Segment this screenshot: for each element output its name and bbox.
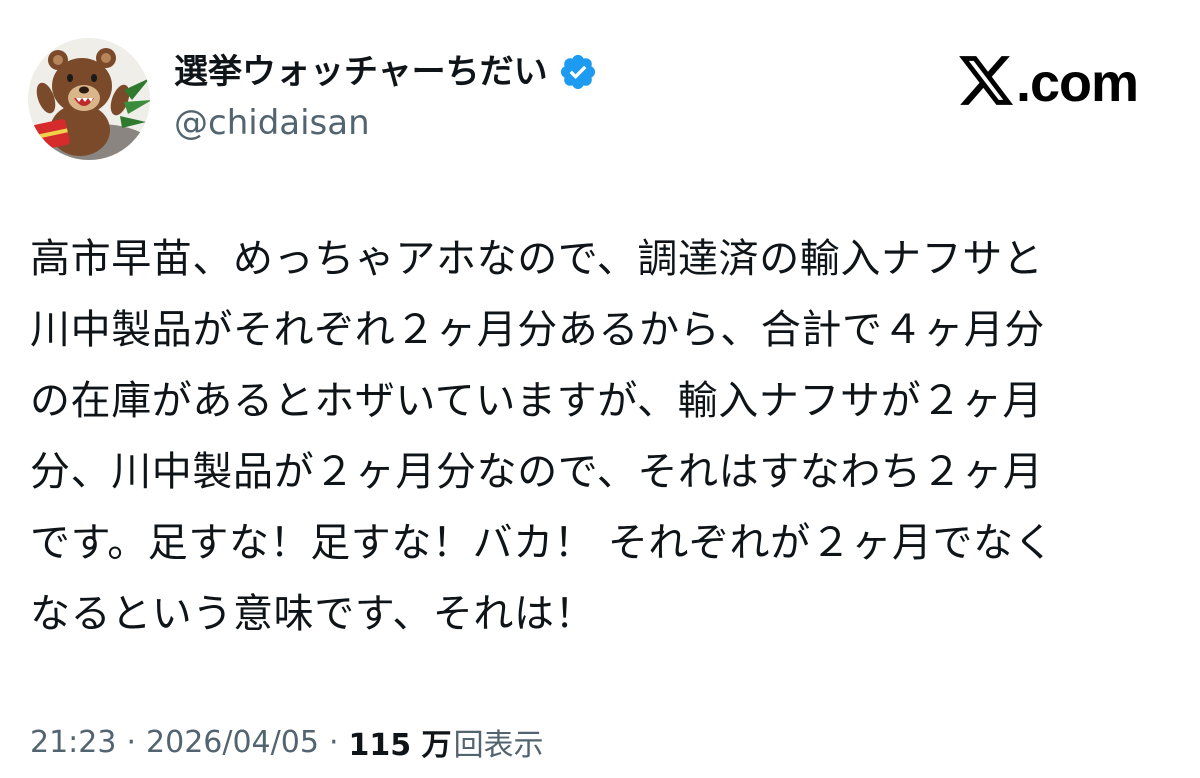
brand-watermark: .com bbox=[956, 48, 1139, 118]
views-label: 回表示 bbox=[453, 728, 544, 763]
bear-avatar-icon[interactable] bbox=[28, 38, 150, 160]
author-name-row: 選挙ウォッチャーちだい bbox=[174, 46, 598, 98]
tweet-time[interactable]: 21:23 bbox=[30, 725, 116, 760]
views-count[interactable]: 115 万 bbox=[348, 720, 451, 764]
author-display-name[interactable]: 選挙ウォッチャーちだい bbox=[174, 46, 548, 98]
tweet-text-line: 高市早苗、めっちゃアホなので、調達済の輸入ナフサと bbox=[30, 236, 1044, 282]
x-logo-icon bbox=[956, 55, 1016, 111]
author-info: 選挙ウォッチャーちだい @chidaisan bbox=[174, 46, 598, 148]
tweet-meta: 21:23 · 2026/04/05 · 115 万 回表示 bbox=[30, 718, 544, 766]
meta-separator: · bbox=[328, 724, 339, 760]
tweet-date[interactable]: 2026/04/05 bbox=[146, 725, 319, 760]
verified-badge-icon bbox=[558, 52, 598, 92]
brand-domain-text: .com bbox=[1015, 53, 1139, 113]
tweet-text-line: 分、川中製品が２ヶ月分なので、それはすなわち２ヶ月 bbox=[30, 449, 1044, 495]
tweet-text-line: 川中製品がそれぞれ２ヶ月分あるから、合計で４ヶ月分 bbox=[30, 307, 1045, 353]
tweet-text-line: です。足すな！足すな！バカ！ それぞれが２ヶ月でなく bbox=[30, 520, 1055, 566]
tweet-card: 選挙ウォッチャーちだい @chidaisan .com 高市早苗、めっちゃアホな… bbox=[0, 0, 1200, 778]
tweet-header: 選挙ウォッチャーちだい @chidaisan .com bbox=[28, 38, 1172, 160]
tweet-text: 高市早苗、めっちゃアホなので、調達済の輸入ナフサと 川中製品がそれぞれ２ヶ月分あ… bbox=[30, 224, 1170, 650]
tweet-text-line: なるという意味です、それは！ bbox=[30, 591, 596, 637]
meta-separator: · bbox=[126, 724, 137, 760]
tweet-text-line: の在庫があるとホザいていますが、輸入ナフサが２ヶ月 bbox=[30, 378, 1043, 424]
author-handle[interactable]: @chidaisan bbox=[174, 98, 598, 148]
